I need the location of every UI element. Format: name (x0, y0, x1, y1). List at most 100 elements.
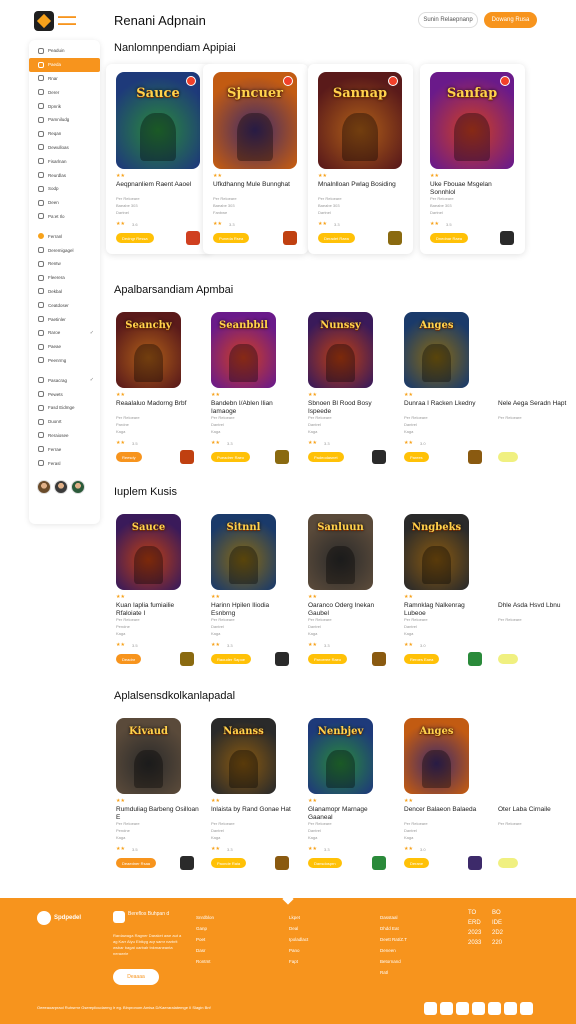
sidebar-item-29[interactable]: Ferasl (29, 456, 100, 470)
game-title[interactable]: Sbnoen Bl Rood Bosy Ispeede (308, 400, 392, 415)
sidebar-item-28[interactable]: Ferrae (29, 442, 100, 456)
game-title[interactable]: Reaalaluo Madorng Brbf (116, 400, 200, 408)
get-button[interactable] (498, 858, 518, 868)
game-card[interactable]: Seanchy ★★ Reaalaluo Madorng Brbf Per Reloe… (106, 308, 198, 483)
get-button[interactable]: Parees (404, 452, 429, 462)
get-button[interactable]: Reesdy (116, 452, 142, 462)
footer-link[interactable]: Ipoladlact (289, 934, 308, 945)
game-thumbnail[interactable]: Seanchy (116, 312, 181, 388)
game-thumbnail[interactable]: Sjncuer (213, 72, 297, 169)
sidebar-item-5[interactable]: Pamniludg (29, 113, 100, 127)
game-card[interactable]: Sanfap ★★ Uke Fbouae Msgelan Sonnhlol Per R… (420, 64, 525, 254)
sidebar-item-19[interactable]: Paetinler (29, 312, 100, 326)
sidebar-item-20[interactable]: Raroe ✓ (29, 326, 100, 340)
game-card[interactable]: Sjncuer ★★ Ufkdhanng Mule Bunnghat Per Relo… (203, 64, 308, 254)
footer-link[interactable]: Dasstaal (380, 912, 407, 923)
game-thumbnail[interactable]: Seanbbil (211, 312, 276, 388)
footer-link[interactable]: Deal (289, 923, 308, 934)
footer-link[interactable]: Fapt (289, 956, 308, 967)
get-button[interactable]: Dansdosprn (308, 858, 342, 868)
footer-link[interactable]: Betornand (380, 956, 407, 967)
sidebar-item-22[interactable]: Peenrmg (29, 354, 100, 368)
sidebar-item-4[interactable]: Dpnrik (29, 99, 100, 113)
sidebar-item-26[interactable]: Duonrt (29, 415, 100, 429)
game-title[interactable]: Ramnklag Nalkenrag Lubeoe (404, 602, 488, 617)
game-thumbnail[interactable]: Sauce (116, 514, 181, 590)
game-title[interactable]: Oter Laba Cirnaile (498, 806, 576, 814)
game-thumbnail[interactable]: Sitnnl (211, 514, 276, 590)
get-button[interactable]: Paroeree Raeo (308, 654, 348, 664)
sidebar-item-6[interactable]: Reqan (29, 127, 100, 141)
footer-button[interactable]: Deaaaa (113, 969, 159, 985)
get-button[interactable]: Deadnr (116, 654, 142, 664)
footer-link[interactable]: Deneen (380, 945, 407, 956)
get-button[interactable]: Deaedner Rsaa (116, 858, 157, 868)
social-tk-icon[interactable] (504, 1002, 517, 1015)
game-card[interactable]: Sauce ★★ Aeqpnanliem Raent Aaoel Per Reloea… (106, 64, 211, 254)
footer-logo[interactable]: Spdpedel (37, 911, 81, 925)
game-card[interactable]: Nele Aega Seradn Hapt Per Reloeare (490, 308, 576, 483)
avatar[interactable] (71, 479, 85, 494)
game-title[interactable]: Rumduliag Barbeng Osilloan E (116, 806, 200, 821)
get-button[interactable]: Dedngr Ressa (116, 233, 154, 243)
sidebar-item-1[interactable]: Paeda (29, 57, 100, 72)
game-card[interactable]: Sannap ★★ Mnalnlloan Pwlag Bosiding Per Rel… (308, 64, 413, 254)
game-title[interactable]: Inlaista by Rand Gonae Hat (211, 806, 295, 814)
social-dc-icon[interactable] (488, 1002, 501, 1015)
sidebar-item-11[interactable]: Deen (29, 196, 100, 210)
game-thumbnail[interactable]: Sauce (116, 72, 200, 169)
sidebar-item-7[interactable]: Dewulloas (29, 141, 100, 155)
game-title[interactable]: Aeqpnanliem Raent Aaoel (116, 181, 200, 189)
sidebar-item-12[interactable]: Pa:et Ilo (29, 210, 100, 224)
signin-button[interactable]: Sunin Relaepnanp (418, 12, 478, 28)
sidebar-item-0[interactable]: Peaduin (29, 44, 100, 58)
game-card[interactable]: Dhle Asda Hsvd Lbnu Per Reloeare (490, 510, 576, 685)
get-button[interactable]: Reroes Eaea (404, 654, 440, 664)
game-card[interactable]: Sauce ★★ Kuan Iaplia fumiailie Rfaloiate I… (106, 510, 198, 685)
game-card[interactable]: Nenbjev ★★ Glanamopr Marnage Gaaneal Per Re… (298, 714, 390, 889)
avatar[interactable] (37, 479, 51, 494)
sidebar-item-24[interactable]: Pewets (29, 387, 100, 401)
game-thumbnail[interactable]: Sanluun (308, 514, 373, 590)
sidebar-item-14[interactable]: Deremigagel (29, 243, 100, 257)
sidebar-item-21[interactable]: Paeae (29, 340, 100, 354)
social-ig2-icon[interactable] (520, 1002, 533, 1015)
game-thumbnail[interactable]: Sanfap (430, 72, 514, 169)
game-title[interactable]: Ufkdhanng Mule Bunnghat (213, 181, 297, 189)
social-yt-icon[interactable] (472, 1002, 485, 1015)
game-title[interactable]: Nele Aega Seradn Hapt (498, 400, 576, 408)
game-thumbnail[interactable]: Naanss (211, 718, 276, 794)
sidebar-item-2[interactable]: Rnar (29, 72, 100, 86)
sidebar-item-9[interactable]: Reurdlas (29, 168, 100, 182)
social-fb-icon[interactable] (456, 1002, 469, 1015)
sidebar-item-13[interactable]: Ferranl (29, 229, 100, 243)
game-thumbnail[interactable]: Sannap (318, 72, 402, 169)
footer-link[interactable]: Deett Rat/Z.T (380, 934, 407, 945)
get-button[interactable]: Pueadrer Raeo (211, 452, 251, 462)
game-title[interactable]: Dencer Balaeon Balaeda (404, 806, 488, 814)
game-title[interactable]: Bandebn I/Ablen Ilian Iamaoge (211, 400, 295, 415)
get-button[interactable]: Padeodasnet (308, 452, 344, 462)
game-card[interactable]: Nngbeks ★★ Ramnklag Nalkenrag Lubeoe Per Re… (394, 510, 486, 685)
sidebar-item-18[interactable]: Ceatdoser (29, 298, 100, 312)
footer-link[interactable]: Pano (289, 945, 308, 956)
game-title[interactable]: Oaranco Oderg Inekan Gaubel (308, 602, 392, 617)
game-title[interactable]: Harinn Hpilen Iliodia Esnbrng (211, 602, 295, 617)
footer-link[interactable]: Ratl (380, 967, 407, 978)
game-card[interactable]: Oter Laba Cirnaile Per Reloeare (490, 714, 576, 889)
game-title[interactable]: Dunraa I Racken Lkedny (404, 400, 488, 408)
sidebar-item-3[interactable]: Derer (29, 85, 100, 99)
sidebar-item-8[interactable]: Fisarlnan (29, 154, 100, 168)
footer-link[interactable]: Snrdblon (196, 912, 214, 923)
get-button[interactable]: Deradet Raea (318, 233, 355, 243)
game-title[interactable]: Kuan Iaplia fumiailie Rfaloiate I (116, 602, 200, 617)
game-thumbnail[interactable]: Kivaud (116, 718, 181, 794)
game-thumbnail[interactable]: Anges (404, 312, 469, 388)
sidebar-item-16[interactable]: Fleerera (29, 271, 100, 285)
get-button[interactable]: Dnednar Raea (430, 233, 469, 243)
sidebar-item-15[interactable]: Rentw (29, 257, 100, 271)
footer-link[interactable]: Ganp (196, 923, 214, 934)
game-card[interactable]: Anges ★★ Dunraa I Racken Lkedny Per Reloear… (394, 308, 486, 483)
game-card[interactable]: Naanss ★★ Inlaista by Rand Gonae Hat Per Re… (201, 714, 293, 889)
sidebar-item-25[interactable]: Fasd Eidmge (29, 401, 100, 415)
